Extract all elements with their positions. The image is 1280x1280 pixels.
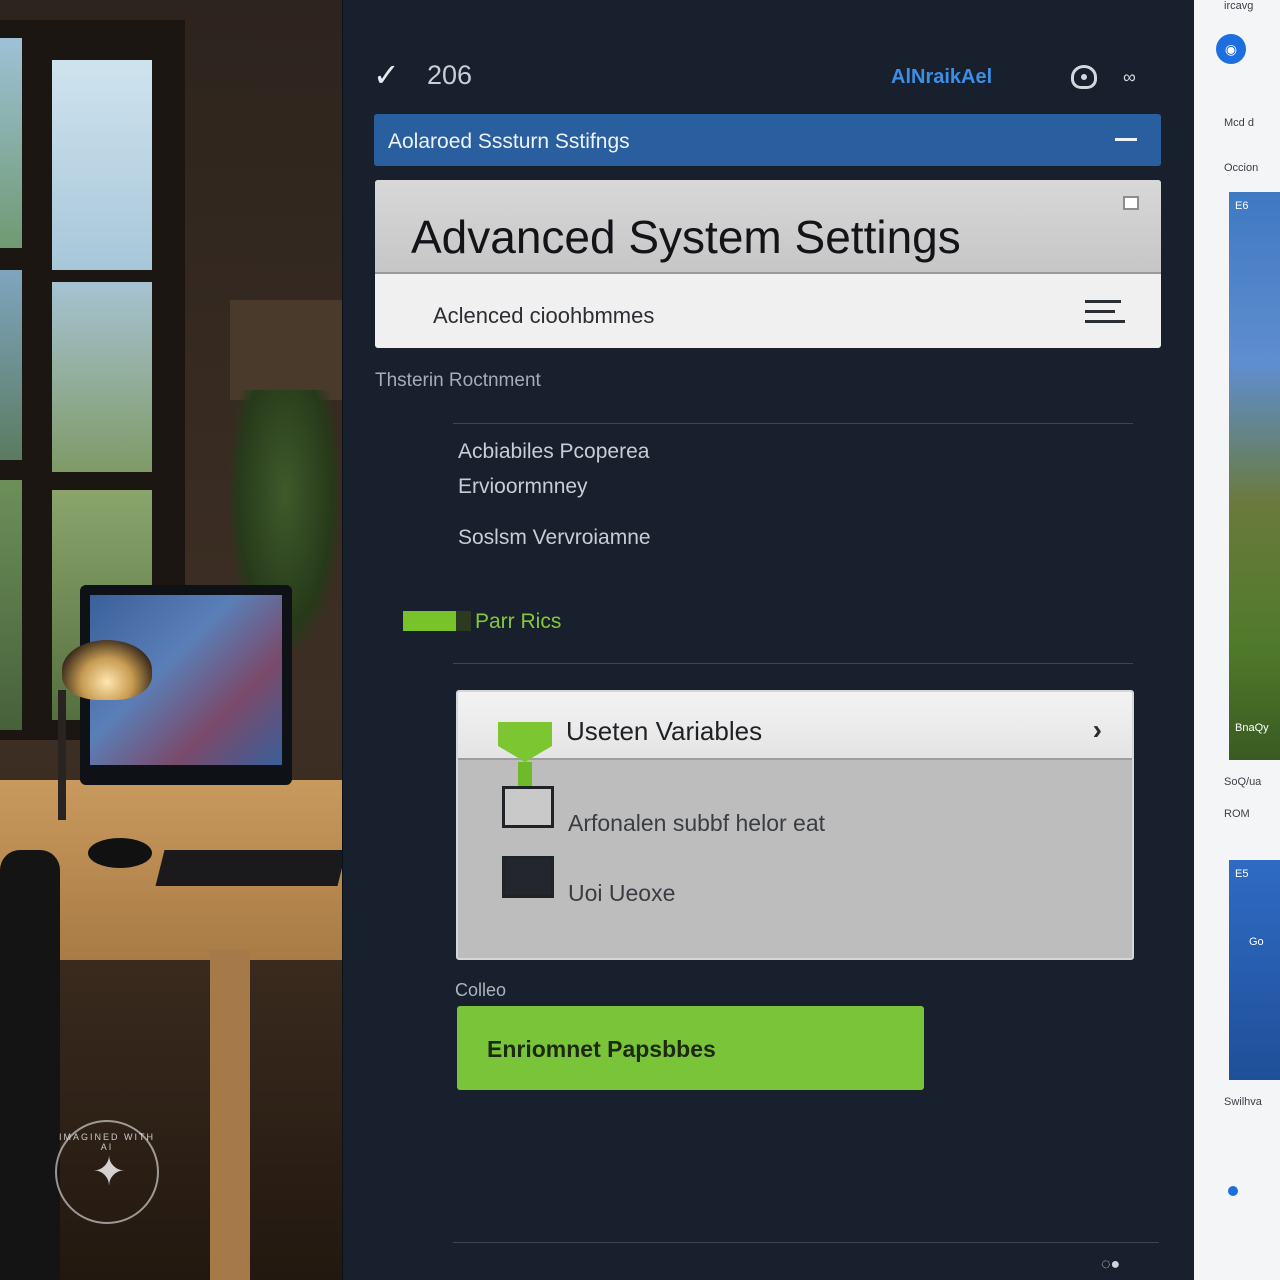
divider: [453, 663, 1133, 664]
top-link[interactable]: AlNraikAel: [891, 66, 992, 89]
right-strip: ircavg ◉ Mcd d Occion E6 BnaQy SoQ/ua RO…: [1194, 0, 1280, 1280]
strip-image: E6 BnaQy: [1229, 192, 1280, 760]
header-card: Advanced System Settings Aclenced cioohb…: [375, 180, 1161, 348]
strip-text: ircavg: [1224, 0, 1254, 12]
top-count: 206: [427, 60, 473, 90]
photo-keyboard: [155, 850, 342, 886]
settings-panel: ✓ 206 AlNraikAel ∞ Aolaroed Sssturn Ssti…: [342, 0, 1194, 1280]
window-icon[interactable]: [1123, 196, 1139, 210]
strip-text: Swilhva: [1224, 1096, 1262, 1108]
photo-mouse: [88, 838, 152, 868]
watermark-text: IMAGINED WITH AI: [59, 1132, 155, 1152]
chevron-right-icon[interactable]: ›: [1093, 714, 1102, 746]
chart-icon: [502, 856, 554, 898]
variables-card-title: Useten Variables: [566, 716, 763, 746]
strip-text: Mcd d: [1224, 117, 1254, 129]
variables-card-header[interactable]: [458, 692, 1132, 760]
ring-icon[interactable]: [1071, 65, 1097, 89]
strip-image-caption: BnaQy: [1235, 722, 1269, 734]
strip-image-caption: Go: [1249, 936, 1264, 948]
table-icon: [502, 786, 554, 828]
footer-label: Colleo: [455, 980, 507, 1000]
dot-icon: [1228, 1186, 1238, 1196]
section-heading: Thsterin Roctnment: [375, 370, 541, 391]
variable-row[interactable]: Arfonalen subbf helor eat: [568, 810, 825, 837]
progress-fill: [403, 611, 457, 631]
photo-desk-leg: [210, 950, 250, 1280]
toggle-icon[interactable]: ◌●: [1101, 1256, 1120, 1274]
option-item[interactable]: Acbiabiles Pcoperea: [458, 440, 649, 464]
option-item[interactable]: Soslsm Vervroiamne: [458, 526, 651, 550]
variables-card: Useten Variables › Arfonalen subbf helor…: [456, 690, 1134, 960]
photo-chair: [0, 850, 60, 1280]
divider: [453, 1242, 1159, 1243]
link-icon[interactable]: ∞: [1123, 67, 1136, 88]
pin-icon: [498, 722, 552, 822]
progress-label: Parr Rics: [475, 610, 562, 633]
divider: [453, 423, 1133, 424]
photo-lamp: [62, 640, 152, 700]
photo-shelf: [230, 300, 342, 400]
option-item[interactable]: Ervioormnney: [458, 475, 588, 499]
top-bar: ✓ 206 AlNraikAel ∞: [343, 50, 1195, 100]
window-title: Aolaroed Sssturn Sstifngs: [388, 130, 630, 153]
environment-button-label: Enriomnet Papsbbes: [487, 1036, 716, 1062]
check-icon[interactable]: ✓: [373, 58, 407, 92]
ai-watermark-badge: IMAGINED WITH AI ✦: [55, 1120, 159, 1224]
photo-lamp-arm: [58, 690, 66, 820]
strip-text: ROM: [1224, 808, 1250, 820]
page-title: Advanced System Settings: [411, 211, 961, 263]
minimize-icon[interactable]: [1115, 138, 1137, 141]
progress-bar: [403, 611, 471, 631]
background-photo: IMAGINED WITH AI ✦: [0, 0, 342, 1280]
window-title-bar[interactable]: Aolaroed Sssturn Sstifngs: [374, 114, 1161, 166]
menu-icon[interactable]: [1085, 297, 1125, 327]
environment-button[interactable]: Enriomnet Papsbbes: [457, 1006, 924, 1090]
strip-image: E5 Go: [1229, 860, 1280, 1080]
variable-row[interactable]: Uoi Ueoxe: [568, 880, 675, 907]
info-icon[interactable]: ◉: [1216, 34, 1246, 64]
page-subtitle: Aclenced cioohbmmes: [433, 303, 655, 328]
strip-image-label: E5: [1235, 868, 1249, 880]
sparkle-icon: ✦: [92, 1150, 126, 1194]
strip-image-label: E6: [1235, 200, 1249, 212]
strip-text: SoQ/ua: [1224, 776, 1262, 788]
strip-text: Occion: [1224, 162, 1259, 174]
